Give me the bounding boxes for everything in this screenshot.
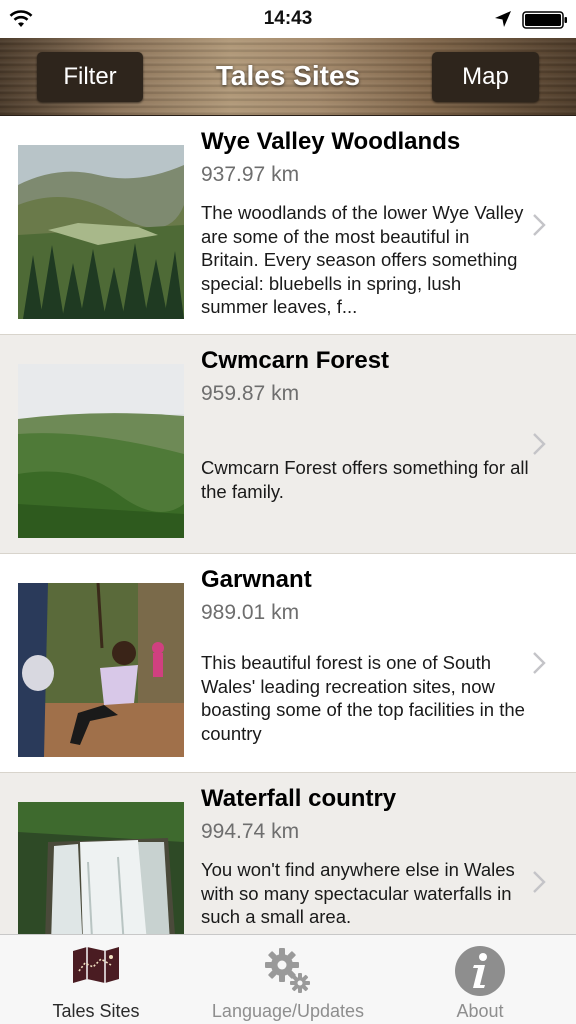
site-title: Wye Valley Woodlands [201, 128, 461, 155]
page-title: Tales Sites [215, 60, 361, 91]
location-arrow-icon [495, 11, 511, 27]
map-button[interactable]: Map [432, 52, 539, 102]
site-description: You won't find anywhere else in Wales wi… [201, 859, 515, 927]
site-thumbnail [18, 364, 184, 538]
site-row-waterfall-country[interactable]: Waterfall country 994.74 km You won't fi… [0, 773, 576, 934]
tab-about[interactable]: About [384, 935, 576, 1024]
gears-icon [265, 948, 310, 993]
site-description: Cwmcarn Forest offers something for all … [201, 457, 529, 502]
tab-label: Tales Sites [52, 1001, 140, 1021]
site-distance: 937.97 km [201, 163, 300, 186]
tab-tales-sites[interactable]: Tales Sites [0, 935, 192, 1024]
info-icon [455, 946, 505, 996]
site-distance: 989.01 km [201, 601, 300, 624]
tab-bar: Tales Sites Language/Updates About [0, 934, 576, 1024]
site-row-wye-valley[interactable]: Wye Valley Woodlands 937.97 km The woodl… [0, 116, 576, 335]
nav-bar: Filter Tales Sites Map [0, 38, 576, 116]
site-title: Waterfall country [201, 785, 397, 812]
chevron-right-icon [533, 652, 546, 674]
chevron-right-icon [533, 433, 546, 455]
map-icon [73, 947, 119, 983]
status-bar: 14:43 [0, 0, 576, 38]
tab-label: Language/Updates [211, 1001, 365, 1021]
sites-list[interactable]: Wye Valley Woodlands 937.97 km The woodl… [0, 116, 576, 934]
site-distance: 994.74 km [201, 820, 300, 843]
site-thumbnail [18, 145, 184, 319]
site-title: Cwmcarn Forest [201, 347, 390, 374]
filter-button[interactable]: Filter [37, 52, 143, 102]
battery-icon [522, 11, 567, 29]
site-thumbnail [18, 802, 184, 934]
chevron-right-icon [533, 871, 546, 893]
tab-label: About [456, 1001, 504, 1021]
site-description: The woodlands of the lower Wye Valley ar… [201, 202, 524, 317]
status-time: 14:43 [263, 8, 313, 29]
chevron-right-icon [533, 214, 546, 236]
site-title: Garwnant [201, 566, 312, 593]
site-row-cwmcarn[interactable]: Cwmcarn Forest 959.87 km Cwmcarn Forest … [0, 335, 576, 554]
site-row-garwnant[interactable]: Garwnant 989.01 km This beautiful forest… [0, 554, 576, 773]
tab-language-updates[interactable]: Language/Updates [192, 935, 384, 1024]
site-thumbnail [18, 583, 184, 757]
site-description: This beautiful forest is one of South Wa… [201, 652, 525, 744]
site-distance: 959.87 km [201, 382, 300, 405]
